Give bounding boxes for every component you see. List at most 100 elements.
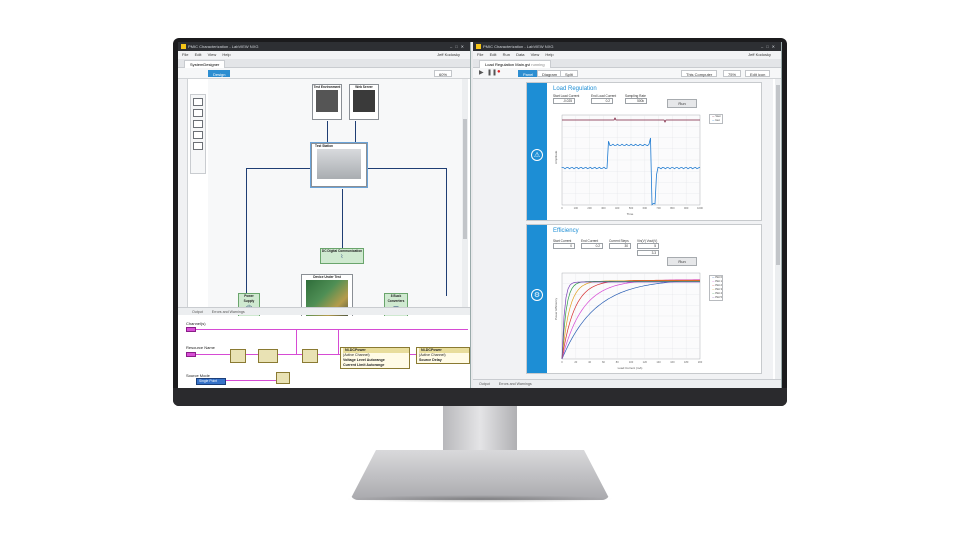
user-name[interactable]: Jeff Kodosky xyxy=(437,51,460,59)
zoom-select[interactable]: 60% xyxy=(434,70,453,77)
system-designer-canvas[interactable]: Test Environment Web Server Test Station… xyxy=(208,79,462,327)
user-name[interactable]: Jeff Kodosky xyxy=(748,51,771,59)
palette-item-icon[interactable] xyxy=(193,98,203,106)
load-regulation-legend[interactable]: ⁓ Vout ⁓ Iout xyxy=(709,114,723,124)
tab-panel[interactable]: Panel xyxy=(518,70,539,77)
menu-run[interactable]: Run xyxy=(503,52,510,57)
legend-item-iout: ⁓ Iout xyxy=(710,119,722,123)
load-regulation-run-button[interactable]: Run xyxy=(667,99,697,108)
tab-errors-warnings[interactable]: Errors and Warnings xyxy=(212,310,245,314)
sampling-rate-field[interactable]: Sampling Rate 500k xyxy=(625,94,647,104)
field-value[interactable]: 0.2 xyxy=(591,98,613,104)
test-station-node[interactable]: Test Station xyxy=(310,142,368,188)
block-diagram[interactable]: Channel(s) Resource Name Source Mode Sin… xyxy=(178,316,470,388)
tab-errors-warnings[interactable]: Errors and Warnings xyxy=(499,382,532,386)
field-value[interactable]: 500k xyxy=(625,98,647,104)
vin-vout-field[interactable]: Vin(V) Vout(V) 5 3.3 xyxy=(637,239,659,256)
dc-digital-communication-node[interactable]: DC Digital Communication ⌇ xyxy=(320,248,364,264)
left-window-title: PMIC Characterization - LabVIEW NXG xyxy=(188,44,259,49)
end-load-current-field[interactable]: End Load Current 0.2 xyxy=(591,94,616,104)
monitor-photo-icon xyxy=(316,90,338,112)
web-server-node[interactable]: Web Server xyxy=(349,84,379,120)
start-current-field[interactable]: Start Current 0 xyxy=(553,239,575,249)
scrollbar-thumb[interactable] xyxy=(776,85,780,265)
legend-label: Plot 2 xyxy=(715,284,722,287)
dcpower-property-node-1[interactable]: NI-DCPower (Active Channel) Voltage Leve… xyxy=(340,347,410,369)
field-value[interactable]: 0.2 xyxy=(581,243,603,249)
abort-icon[interactable]: ● xyxy=(497,69,501,75)
edit-icon-button[interactable]: Edit icon xyxy=(745,70,771,77)
field-value[interactable]: 5 xyxy=(637,243,659,249)
tab-output[interactable]: Output xyxy=(192,310,203,314)
end-current-field[interactable]: End Current 0.2 xyxy=(581,239,603,249)
menu-data[interactable]: Data xyxy=(516,52,524,57)
channels-terminal[interactable] xyxy=(186,327,196,332)
design-button[interactable]: Design xyxy=(208,70,231,77)
load-regulation-graph[interactable]: Amplitude Time 0 100 200 300 400 500 600 700 800… xyxy=(554,112,706,216)
menu-view[interactable]: View xyxy=(531,52,540,57)
vi-function-block[interactable] xyxy=(230,349,246,363)
field-label: Sampling Rate xyxy=(625,94,646,98)
efficiency-run-button[interactable]: Run xyxy=(667,257,697,266)
efficiency-graph[interactable]: Power Efficiency Load Current (mA) 0 20 40… xyxy=(554,270,706,370)
efficiency-panel: ⚙ Efficiency Start Current 0 End Current… xyxy=(526,224,762,374)
wire xyxy=(338,329,339,354)
window-controls[interactable]: –□✕ xyxy=(450,42,467,51)
palette-item-icon[interactable] xyxy=(193,109,203,117)
left-bottom-tabs: Output Errors and Warnings xyxy=(178,307,470,315)
tab-output[interactable]: Output xyxy=(479,382,490,386)
x-tick-label: 200 xyxy=(698,360,703,364)
dcpower-property-node-2[interactable]: NI-DCPower (Active Channel) Source Delay xyxy=(416,347,470,364)
left-sidebar xyxy=(178,79,188,309)
doc-tab-systemdesigner[interactable]: SystemDesigner xyxy=(184,60,226,68)
x-tick-label: 80 xyxy=(616,360,619,364)
tab-diagram[interactable]: Diagram xyxy=(537,70,563,77)
y-axis-label: Amplitude xyxy=(554,150,558,164)
load-regulation-panel: ⚠ Load Regulation Start Load Current -0.… xyxy=(526,82,762,221)
start-load-current-field[interactable]: Start Load Current -0.025 xyxy=(553,94,579,104)
x-tick-label: 500 xyxy=(629,206,634,210)
wire xyxy=(446,168,447,296)
menu-edit[interactable]: Edit xyxy=(490,52,497,57)
right-window-title: PMIC Characterization - LabVIEW NXG xyxy=(483,44,554,49)
menu-help[interactable]: Help xyxy=(222,52,230,57)
palette-item-icon[interactable] xyxy=(193,142,203,150)
efficiency-title: Efficiency xyxy=(553,228,579,234)
right-titlebar: PMIC Characterization - LabVIEW NXG –□✕ xyxy=(473,42,781,51)
window-controls[interactable]: –□✕ xyxy=(761,42,778,51)
scrollbar-thumb[interactable] xyxy=(463,119,467,239)
current-steps-field[interactable]: Current Steps 30 xyxy=(609,239,631,249)
efficiency-legend[interactable]: ⁓ Plot 0 ⁓ Plot 1 ⁓ Plot 2 ⁓ Plot 3 ⁓ Pl… xyxy=(709,275,723,301)
doc-tab-load-regulation[interactable]: Load Regulation Main.gvi running xyxy=(479,60,551,68)
x-tick-label: 700 xyxy=(656,206,661,210)
case-structure-block[interactable] xyxy=(276,372,290,384)
field-value[interactable]: 30 xyxy=(609,243,631,249)
vi-function-block[interactable] xyxy=(258,349,278,363)
x-tick-label: 100 xyxy=(629,360,634,364)
menu-file[interactable]: File xyxy=(182,52,188,57)
menu-help[interactable]: Help xyxy=(545,52,553,57)
source-mode-value[interactable]: Single Point xyxy=(196,378,226,385)
diagram-scrollbar[interactable] xyxy=(462,79,468,307)
target-select[interactable]: This Computer xyxy=(681,70,718,77)
pause-icon[interactable]: ❚❚ xyxy=(487,69,497,76)
x-tick-label: 60 xyxy=(602,360,605,364)
run-arrow-icon[interactable]: ▶ xyxy=(479,69,484,76)
palette-item-icon[interactable] xyxy=(193,120,203,128)
legend-label: Vout xyxy=(715,115,721,118)
field-value[interactable]: 0 xyxy=(553,243,575,249)
resource-name-terminal[interactable] xyxy=(186,352,196,357)
x-tick-label: 400 xyxy=(615,206,620,210)
field-value[interactable]: -0.025 xyxy=(553,98,575,104)
test-environment-node[interactable]: Test Environment xyxy=(312,84,342,120)
zoom-select[interactable]: 75% xyxy=(723,70,742,77)
field-value[interactable]: 3.3 xyxy=(637,250,659,256)
menu-file[interactable]: File xyxy=(477,52,483,57)
right-bottom-tabs: Output Errors and Warnings xyxy=(473,379,781,388)
tab-split[interactable]: Split xyxy=(560,70,578,77)
vi-function-block[interactable] xyxy=(302,349,318,363)
menu-view[interactable]: View xyxy=(208,52,217,57)
front-panel-scrollbar[interactable] xyxy=(775,79,781,379)
palette-item-icon[interactable] xyxy=(193,131,203,139)
menu-edit[interactable]: Edit xyxy=(195,52,202,57)
